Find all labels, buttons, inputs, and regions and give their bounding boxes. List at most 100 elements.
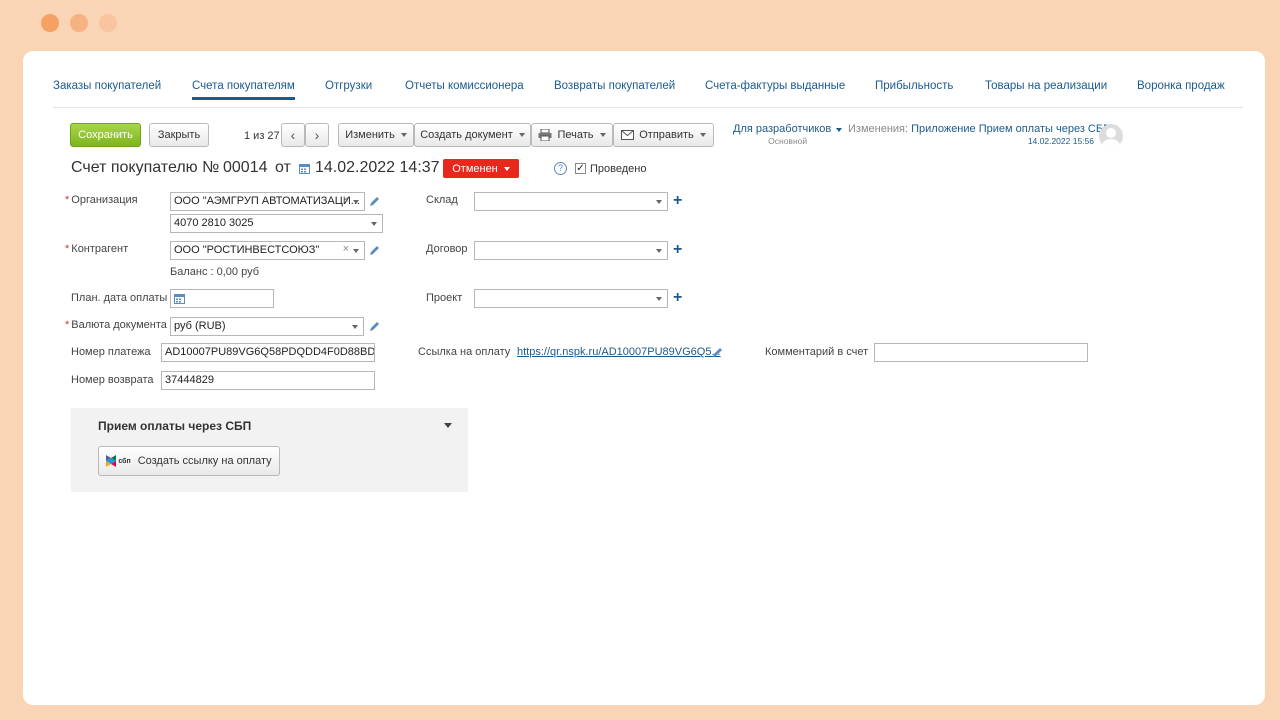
chevron-down-icon[interactable] [353,200,359,204]
contractor-label: * Контрагент [65,243,129,255]
currency-select[interactable]: руб (RUB) [170,317,364,336]
clear-icon[interactable]: × [343,243,349,255]
plan-date-input[interactable] [170,289,274,308]
create-payment-link-label: Создать ссылку на оплату [137,455,272,467]
app-window: Заказы покупателей Счета покупателям Отг… [23,51,1265,705]
currency-label-text: Валюта документа [71,319,167,331]
tab-consignment-goods[interactable]: Товары на реализации [985,80,1107,100]
add-contract-icon[interactable]: + [673,242,682,258]
create-document-button[interactable]: Создать документ [414,123,531,147]
chevron-down-icon [518,133,525,137]
changes-prefix: Изменения: [848,123,909,135]
plan-date-label: План. дата оплаты [71,292,168,304]
org-value: ООО "АЭМГРУП АВТОМАТИЗАЦИ... [174,195,360,207]
pencil-icon[interactable] [712,347,723,358]
add-project-icon[interactable]: + [673,290,682,306]
calendar-icon[interactable] [174,293,185,304]
date-from-label: от [275,159,291,176]
add-warehouse-icon[interactable]: + [673,193,682,209]
payment-link-label: Ссылка на оплату [418,346,511,358]
status-badge[interactable]: Отменен [443,159,519,178]
pencil-icon[interactable] [369,196,380,207]
org-label: * Организация [65,194,138,206]
return-number-input[interactable]: 37444829 [161,371,375,390]
edit-menu-button[interactable]: Изменить [338,123,414,147]
chevron-down-icon [699,133,706,137]
posted-checkbox[interactable]: ✓ [575,163,586,174]
currency-value: руб (RUB) [174,320,226,332]
project-select[interactable] [474,289,668,308]
chevron-down-icon[interactable] [353,249,359,253]
tab-profitability[interactable]: Прибыльность [875,80,953,100]
contractor-select[interactable]: ООО "РОСТИНВЕСТСОЮЗ" × [170,241,365,260]
changes-link[interactable]: Приложение Прием оплаты через СБП [911,123,1111,135]
chevron-down-icon[interactable] [656,297,662,301]
window-controls [41,14,117,32]
org-select[interactable]: ООО "АЭМГРУП АВТОМАТИЗАЦИ... × [170,192,365,211]
warehouse-select[interactable] [474,192,668,211]
chevron-down-icon [836,128,843,132]
document-date[interactable]: 14.02.2022 14:37 [315,159,440,177]
balance-text: Баланс : 0,00 руб [170,266,259,278]
status-label: Отменен [452,162,498,175]
section-tabs: Заказы покупателей Счета покупателям Отг… [53,80,1243,108]
tab-shipments[interactable]: Отгрузки [325,80,372,100]
sbp-logo-text: сбп [118,457,131,465]
developers-label: Для разработчиков [733,123,832,135]
collapse-triangle-icon[interactable] [444,423,452,428]
printer-icon [538,129,552,141]
pencil-icon[interactable] [369,245,380,256]
prev-record-button[interactable]: ‹ [281,123,305,147]
contract-select[interactable] [474,241,668,260]
window-dot-minimize[interactable] [70,14,88,32]
close-button[interactable]: Закрыть [149,123,209,147]
chevron-right-icon: › [314,127,320,143]
avatar[interactable] [1099,124,1123,148]
window-dot-maximize[interactable] [99,14,117,32]
warehouse-label: Склад [426,194,458,206]
chevron-down-icon [503,166,510,171]
sbp-panel: Прием оплаты через СБП сбп Создать ссылк… [71,408,468,492]
tab-commission-reports[interactable]: Отчеты комиссионера [405,80,524,100]
payment-number-input[interactable]: AD10007PU89VG6Q58PDQDD4F0D88BDUE [161,343,375,362]
create-payment-link-button[interactable]: сбп Создать ссылку на оплату [98,446,280,476]
send-label: Отправить [639,129,694,141]
payment-link[interactable]: https://qr.nspk.ru/AD10007PU89VG6Q5... [517,346,721,358]
developers-menu[interactable]: Для разработчиков Основной [733,123,843,146]
comment-input[interactable] [874,343,1088,362]
chevron-down-icon[interactable] [656,249,662,253]
tab-invoices-issued[interactable]: Счета-фактуры выданные [705,80,845,100]
print-label: Печать [557,129,594,141]
tab-customer-orders[interactable]: Заказы покупателей [53,80,161,100]
page-title: Счет покупателю № [71,159,220,176]
tab-sales-funnel[interactable]: Воронка продаж [1137,80,1225,100]
print-button[interactable]: Печать [531,123,613,147]
send-button[interactable]: Отправить [613,123,714,147]
contractor-label-text: Контрагент [71,243,129,255]
calendar-icon[interactable] [299,163,310,174]
next-record-button[interactable]: › [305,123,329,147]
project-label: Проект [426,292,463,304]
tab-customer-returns[interactable]: Возвраты покупателей [554,80,675,100]
sbp-panel-title: Прием оплаты через СБП [98,419,252,433]
chevron-down-icon [599,133,606,137]
chevron-down-icon[interactable] [352,325,358,329]
chevron-down-icon[interactable] [656,200,662,204]
pencil-icon[interactable] [369,321,380,332]
chevron-down-icon[interactable] [371,222,377,226]
edit-menu-label: Изменить [345,129,395,141]
posted-label: Проведено [590,163,647,175]
developers-sublabel: Основной [768,136,808,146]
comment-label: Комментарий в счет [765,346,869,358]
tab-customer-invoices[interactable]: Счета покупателям [192,80,295,100]
window-dot-close[interactable] [41,14,59,32]
chevron-left-icon: ‹ [290,127,296,143]
account-value: 4070 2810 3025 [174,217,254,229]
create-document-label: Создать документ [420,129,513,141]
help-icon[interactable]: ? [554,162,567,175]
sbp-logo-icon: сбп [106,455,131,467]
account-select[interactable]: 4070 2810 3025 [170,214,383,233]
contract-label: Договор [426,243,468,255]
clear-icon[interactable]: × [343,194,349,206]
save-button[interactable]: Сохранить [70,123,141,147]
